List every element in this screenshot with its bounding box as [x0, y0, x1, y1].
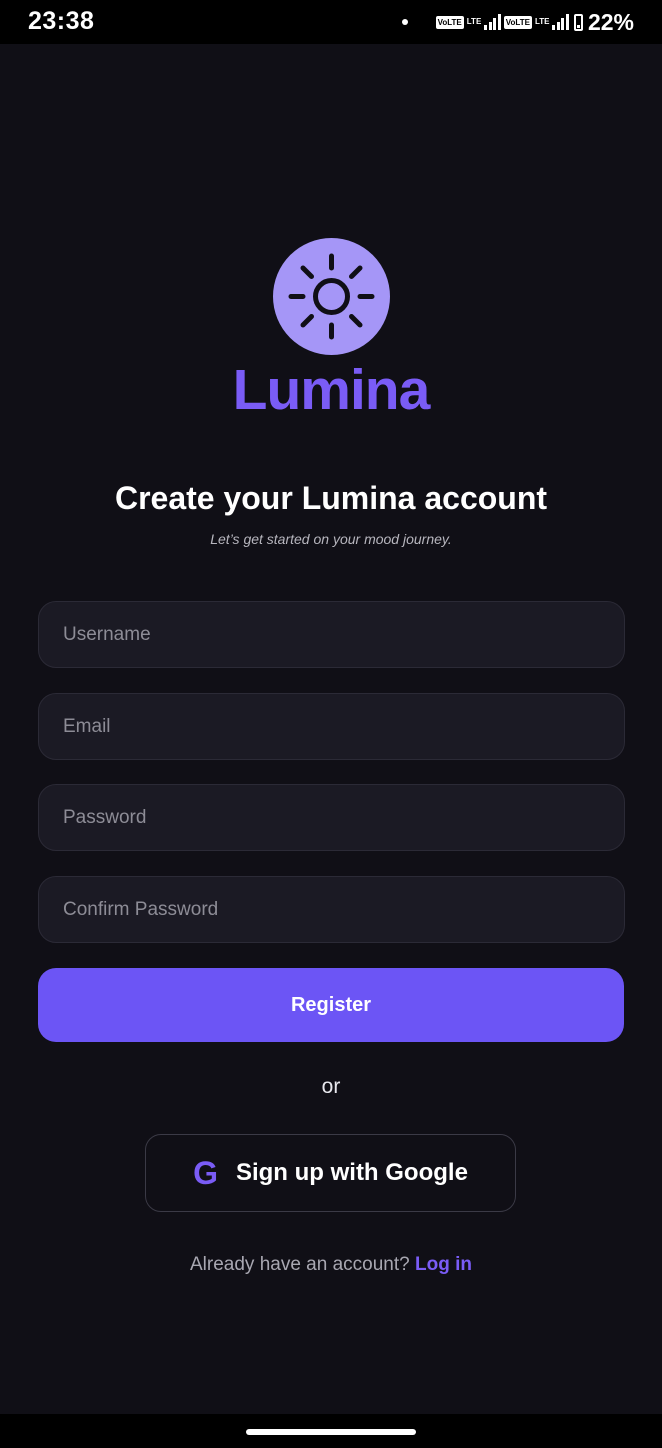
register-button[interactable]: Register: [38, 968, 624, 1042]
status-icons: VoLTE LTE VoLTE LTE 22%: [435, 8, 634, 35]
volte-badge-1: VoLTE: [435, 15, 464, 29]
login-link[interactable]: Log in: [415, 1254, 472, 1275]
or-divider: or: [321, 1075, 341, 1098]
page-subtitle: Let’s get started on your mood journey.: [210, 531, 452, 547]
status-time: 23:38: [28, 7, 95, 35]
signal-strength-2-icon: [552, 14, 569, 30]
google-signup-button[interactable]: G Sign up with Google: [145, 1134, 516, 1212]
status-bar: 23:38 VoLTE LTE VoLTE LTE 22%: [0, 0, 662, 44]
google-g-icon: G: [193, 1155, 218, 1191]
login-prompt-text: Already have an account?: [190, 1254, 410, 1275]
google-signup-label: Sign up with Google: [235, 1159, 468, 1186]
battery-icon: [573, 13, 583, 31]
brand-name: Lumina: [232, 358, 431, 422]
home-indicator[interactable]: [246, 1429, 416, 1435]
login-prompt: Already have an account? Log in: [0, 1254, 662, 1276]
battery-percent: 22%: [587, 8, 634, 35]
page-title: Create your Lumina account: [114, 480, 548, 516]
confirm-password-input[interactable]: [38, 876, 625, 943]
notification-dot-icon: [402, 19, 408, 25]
password-input[interactable]: [38, 784, 625, 851]
signal-strength-1-icon: [484, 14, 501, 30]
username-input[interactable]: [38, 601, 625, 668]
lte-label-2: LTE: [534, 17, 550, 26]
email-input[interactable]: [38, 693, 625, 760]
register-screen: 23:38 VoLTE LTE VoLTE LTE 22% Lumina Cre…: [0, 0, 662, 1448]
navigation-bar: [0, 1414, 662, 1448]
volte-badge-2: VoLTE: [503, 15, 532, 29]
sun-icon: [273, 238, 390, 355]
lte-label-1: LTE: [466, 17, 482, 26]
